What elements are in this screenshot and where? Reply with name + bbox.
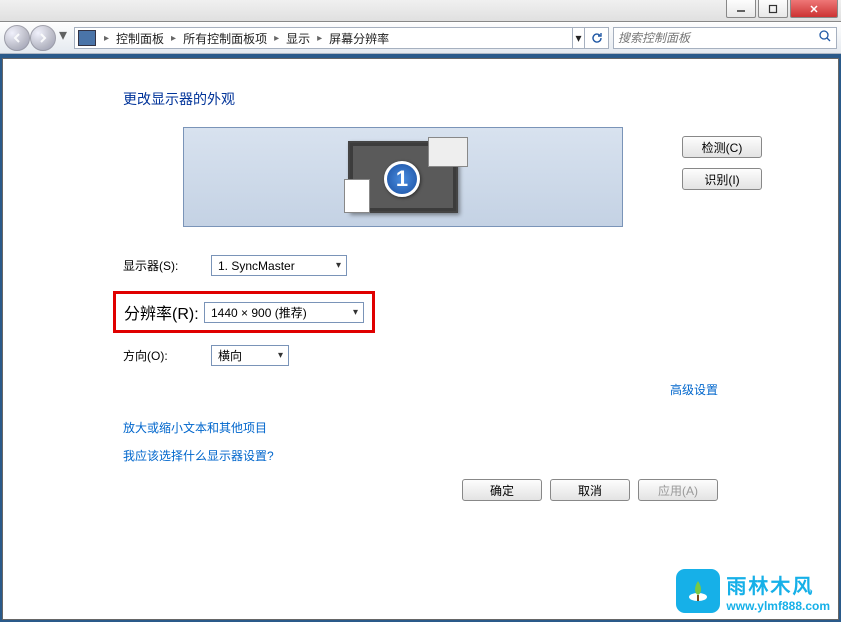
- orientation-label: 方向(O):: [123, 347, 211, 364]
- resolution-label: 分辨率(R):: [124, 300, 204, 324]
- breadcrumb-item[interactable]: 显示: [284, 30, 312, 47]
- breadcrumb-item[interactable]: 控制面板: [114, 30, 166, 47]
- detect-button[interactable]: 检测(C): [682, 136, 762, 158]
- chevron-right-icon: ▸: [99, 33, 114, 44]
- breadcrumb-item[interactable]: 所有控制面板项: [181, 30, 269, 47]
- minimize-button[interactable]: [726, 0, 756, 18]
- search-icon[interactable]: [818, 29, 832, 48]
- nav-back-button[interactable]: [4, 25, 30, 51]
- breadcrumb[interactable]: ▸ 控制面板 ▸ 所有控制面板项 ▸ 显示 ▸ 屏幕分辨率 ▾: [74, 27, 609, 49]
- maximize-button[interactable]: [758, 0, 788, 18]
- advanced-settings-link[interactable]: 高级设置: [670, 383, 718, 397]
- chevron-right-icon: ▸: [166, 33, 181, 44]
- close-button[interactable]: [790, 0, 838, 18]
- watermark-url: www.ylmf888.com: [726, 599, 830, 613]
- apply-button[interactable]: 应用(A): [638, 479, 718, 501]
- monitor-number-badge: 1: [384, 161, 420, 197]
- chevron-right-icon: ▸: [269, 33, 284, 44]
- settings-form: 显示器(S): 1. SyncMaster 分辨率(R): 1440 × 900…: [123, 255, 718, 366]
- orientation-select[interactable]: 横向: [211, 345, 289, 366]
- dialog-buttons: 确定 取消 应用(A): [462, 479, 718, 501]
- watermark-icon: [676, 569, 720, 613]
- help-link[interactable]: 我应该选择什么显示器设置?: [123, 449, 274, 463]
- identify-button[interactable]: 识别(I): [682, 168, 762, 190]
- chevron-right-icon: ▸: [312, 33, 327, 44]
- nav-forward-button[interactable]: [30, 25, 56, 51]
- refresh-icon[interactable]: [584, 27, 608, 49]
- search-input[interactable]: [618, 31, 818, 45]
- ok-button[interactable]: 确定: [462, 479, 542, 501]
- control-panel-icon: [78, 30, 96, 46]
- watermark: 雨林木风 www.ylmf888.com: [676, 569, 830, 613]
- display-select[interactable]: 1. SyncMaster: [211, 255, 347, 276]
- breadcrumb-item[interactable]: 屏幕分辨率: [327, 30, 391, 47]
- title-bar: [0, 0, 841, 22]
- nav-bar: ▾ ▸ 控制面板 ▸ 所有控制面板项 ▸ 显示 ▸ 屏幕分辨率 ▾: [0, 22, 841, 54]
- cancel-button[interactable]: 取消: [550, 479, 630, 501]
- page-title: 更改显示器的外观: [123, 89, 718, 109]
- resolution-select[interactable]: 1440 × 900 (推荐): [204, 302, 364, 323]
- breadcrumb-dropdown[interactable]: ▾: [572, 27, 584, 49]
- resolution-highlight: 分辨率(R): 1440 × 900 (推荐): [113, 291, 375, 333]
- display-label: 显示器(S):: [123, 257, 211, 274]
- search-box[interactable]: [613, 27, 837, 49]
- main-panel: 更改显示器的外观 1 检测(C) 识别(I) 显示器(S): 1. SyncMa…: [2, 58, 839, 620]
- display-preview[interactable]: 1 检测(C) 识别(I): [183, 127, 623, 227]
- window-icon: [428, 137, 468, 167]
- window-icon: [344, 179, 370, 213]
- text-size-link[interactable]: 放大或缩小文本和其他项目: [123, 421, 267, 435]
- monitor-thumbnail[interactable]: 1: [348, 141, 458, 213]
- nav-history-dropdown[interactable]: ▾: [56, 25, 70, 45]
- watermark-title: 雨林木风: [726, 570, 830, 599]
